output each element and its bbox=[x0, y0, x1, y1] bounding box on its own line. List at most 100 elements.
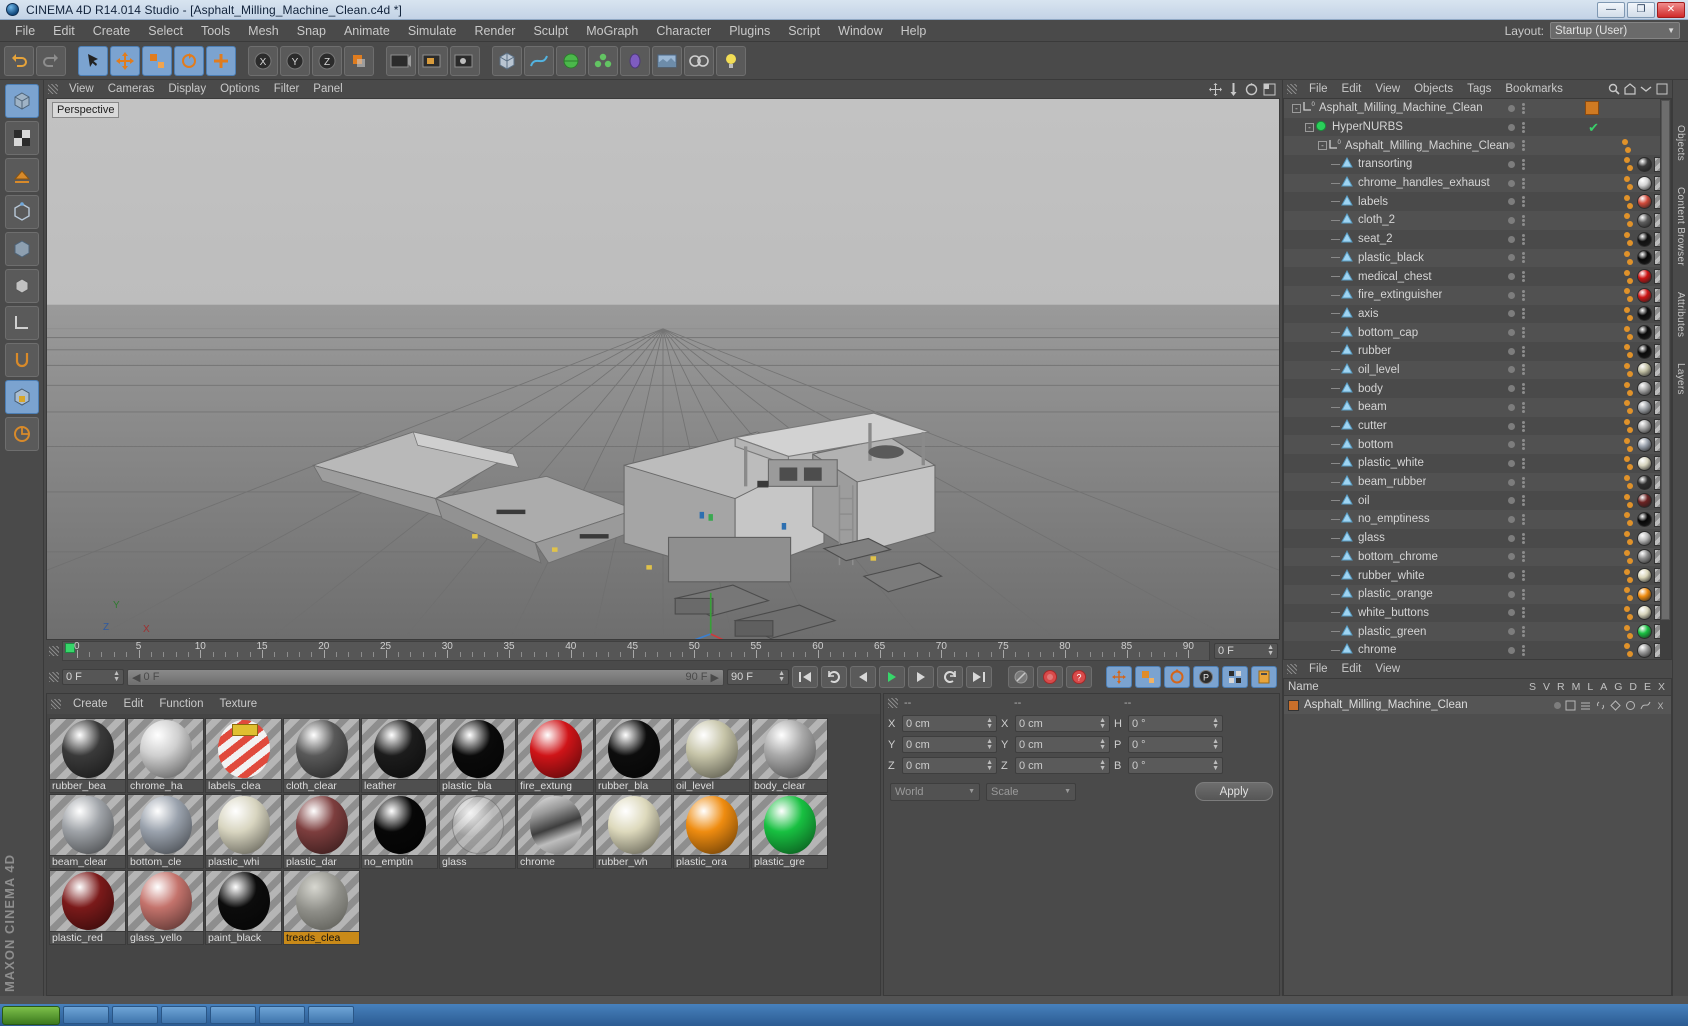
object-menu-edit[interactable]: Edit bbox=[1335, 80, 1369, 98]
material-cell[interactable]: glass_yello bbox=[127, 870, 204, 945]
object-tree-row[interactable]: oil_level bbox=[1284, 360, 1671, 380]
material-preview[interactable] bbox=[205, 870, 282, 932]
editor-visibility-dot-icon[interactable] bbox=[1508, 104, 1515, 112]
spinner-icon[interactable]: ▲ ▼ bbox=[986, 759, 993, 772]
search-icon[interactable] bbox=[1608, 83, 1620, 95]
material-tag-icon[interactable] bbox=[1637, 624, 1652, 640]
object-tree-row[interactable]: labels bbox=[1284, 192, 1671, 212]
material-cell[interactable]: bottom_cle bbox=[127, 794, 204, 869]
menu-tools[interactable]: Tools bbox=[192, 20, 239, 42]
material-preview[interactable] bbox=[517, 718, 594, 780]
material-tag-icon[interactable] bbox=[1637, 325, 1652, 341]
material-name-label[interactable]: treads_clea bbox=[283, 932, 360, 945]
size-mode-dropdown[interactable]: Scale ▼ bbox=[986, 782, 1076, 801]
render-visibility-dots-icon[interactable] bbox=[1522, 513, 1525, 525]
taskbar-item[interactable] bbox=[112, 1006, 158, 1024]
editor-visibility-dot-icon[interactable] bbox=[1508, 609, 1515, 617]
material-cell[interactable]: glass bbox=[439, 794, 516, 869]
viewport-menu-filter[interactable]: Filter bbox=[267, 80, 307, 98]
frame-from-field[interactable]: 0 F ▲ ▼ bbox=[62, 669, 124, 685]
viewport-menu-display[interactable]: Display bbox=[161, 80, 213, 98]
material-name-label[interactable]: glass_yello bbox=[127, 932, 204, 945]
y-axis-lock-button[interactable]: Y bbox=[280, 45, 310, 76]
material-tag-icon[interactable] bbox=[1637, 194, 1652, 210]
object-menu-view[interactable]: View bbox=[1368, 80, 1407, 98]
previous-frame-button[interactable] bbox=[850, 666, 876, 688]
material-name-label[interactable]: labels_clea bbox=[205, 780, 282, 793]
maximize-view-icon[interactable] bbox=[1263, 83, 1276, 96]
object-tree-row[interactable]: body bbox=[1284, 379, 1671, 398]
editor-visibility-dot-icon[interactable] bbox=[1508, 179, 1515, 187]
panel-grip-icon[interactable] bbox=[888, 698, 898, 708]
model-mode-button[interactable] bbox=[4, 84, 39, 118]
current-frame-field[interactable]: 0 F ▲ ▼ bbox=[1214, 643, 1278, 659]
deform-icon[interactable] bbox=[1640, 700, 1651, 711]
material-tag-icon[interactable] bbox=[1637, 362, 1652, 378]
editor-visibility-dot-icon[interactable] bbox=[1508, 291, 1515, 299]
object-tree-row[interactable]: plastic_green bbox=[1284, 622, 1671, 641]
material-cell[interactable]: plastic_dar bbox=[283, 794, 360, 869]
editor-visibility-dot-icon[interactable] bbox=[1508, 254, 1515, 262]
key-parameter-button[interactable]: P bbox=[1193, 666, 1219, 688]
editor-visibility-dot-icon[interactable] bbox=[1508, 235, 1515, 243]
object-tree-row[interactable]: beam_rubber bbox=[1284, 472, 1671, 492]
panel-grip-icon[interactable] bbox=[1287, 84, 1297, 94]
move-tool-button[interactable] bbox=[110, 45, 140, 76]
render-visibility-dots-icon[interactable] bbox=[1522, 252, 1525, 264]
render-visibility-dots-icon[interactable] bbox=[1522, 420, 1525, 432]
render-visibility-dots-icon[interactable] bbox=[1522, 457, 1525, 469]
material-preview[interactable] bbox=[127, 794, 204, 856]
rotate-view-icon[interactable] bbox=[1245, 82, 1258, 96]
material-cell[interactable]: cloth_clear bbox=[283, 718, 360, 793]
object-tree-row[interactable]: oil bbox=[1284, 491, 1671, 511]
object-menu-tags[interactable]: Tags bbox=[1460, 80, 1498, 98]
texture-mode-button[interactable] bbox=[4, 121, 39, 155]
keyframe-help-button[interactable]: ? bbox=[1066, 666, 1092, 688]
material-preview[interactable] bbox=[673, 718, 750, 780]
material-preview[interactable] bbox=[127, 870, 204, 932]
object-tree-row[interactable]: rubber bbox=[1284, 341, 1671, 361]
add-axis-tool-button[interactable] bbox=[206, 45, 236, 76]
deformer-button[interactable] bbox=[620, 45, 650, 76]
render-visibility-dots-icon[interactable] bbox=[1522, 626, 1525, 638]
editor-visibility-dot-icon[interactable] bbox=[1508, 628, 1515, 636]
object-tree-row[interactable]: transorting bbox=[1284, 155, 1671, 174]
editor-visibility-dot-icon[interactable] bbox=[1508, 534, 1515, 542]
loop-button[interactable] bbox=[821, 666, 847, 688]
material-tag-icon[interactable] bbox=[1637, 343, 1652, 359]
material-cell[interactable]: rubber_bla bbox=[595, 718, 672, 793]
menu-help[interactable]: Help bbox=[892, 20, 936, 42]
object-tree-row[interactable]: cutter bbox=[1284, 416, 1671, 436]
start-button[interactable] bbox=[2, 1005, 60, 1025]
material-preview[interactable] bbox=[283, 718, 360, 780]
editor-visibility-dot-icon[interactable] bbox=[1508, 403, 1515, 411]
material-tag-icon[interactable] bbox=[1637, 287, 1652, 303]
render-visibility-dots-icon[interactable] bbox=[1522, 345, 1525, 357]
key-rotation-button[interactable] bbox=[1164, 666, 1190, 688]
attr-flag-l[interactable]: L bbox=[1587, 681, 1593, 693]
polygons-mode-button[interactable] bbox=[4, 232, 39, 266]
home-icon[interactable] bbox=[1624, 83, 1636, 95]
material-name-label[interactable]: cloth_clear bbox=[283, 780, 360, 793]
material-tag-icon[interactable] bbox=[1637, 642, 1652, 658]
material-preview[interactable] bbox=[595, 718, 672, 780]
object-tree-row[interactable]: bottom_chrome bbox=[1284, 547, 1671, 567]
material-cell[interactable]: beam_clear bbox=[49, 794, 126, 869]
material-name-label[interactable]: plastic_gre bbox=[751, 856, 828, 869]
spinner-icon[interactable]: ▲ ▼ bbox=[113, 670, 120, 683]
material-tag-icon[interactable] bbox=[1637, 399, 1652, 415]
render-visibility-dots-icon[interactable] bbox=[1522, 607, 1525, 619]
material-menu-create[interactable]: Create bbox=[65, 694, 116, 714]
material-name-label[interactable]: rubber_wh bbox=[595, 856, 672, 869]
go-to-start-button[interactable] bbox=[792, 666, 818, 688]
tree-expander-icon[interactable]: - bbox=[1318, 141, 1327, 151]
scrollbar-thumb[interactable] bbox=[1661, 100, 1670, 620]
material-name-label[interactable]: plastic_bla bbox=[439, 780, 516, 793]
editor-visibility-dot-icon[interactable] bbox=[1508, 366, 1515, 374]
undo-button[interactable] bbox=[4, 45, 34, 76]
generator-icon[interactable] bbox=[1625, 700, 1636, 711]
tab-objects[interactable]: Objects bbox=[1675, 125, 1686, 161]
coord-rotation-field[interactable]: 0 ° ▲ ▼ bbox=[1128, 736, 1223, 753]
z-axis-lock-button[interactable]: Z bbox=[312, 45, 342, 76]
material-tag-icon[interactable] bbox=[1637, 231, 1652, 247]
